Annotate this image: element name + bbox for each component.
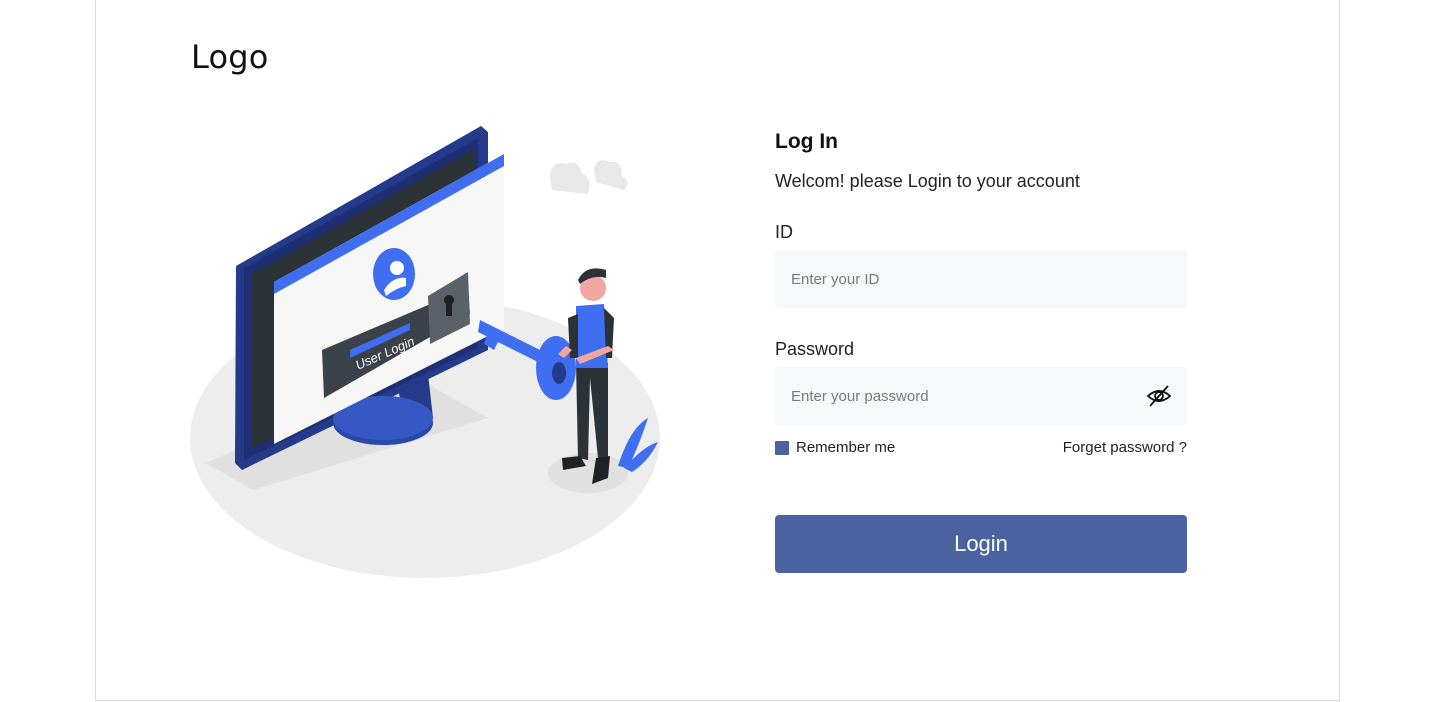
login-form: Log In Welcom! please Login to your acco… — [775, 128, 1187, 573]
eye-off-icon[interactable] — [1145, 382, 1173, 410]
remember-me-checkbox[interactable]: Remember me — [775, 439, 895, 456]
form-subtitle: Welcom! please Login to your account — [775, 171, 1080, 191]
password-label: Password — [775, 339, 855, 359]
login-button[interactable]: Login — [775, 515, 1187, 573]
form-options-row: Remember me Forget password ? — [775, 439, 1187, 456]
remember-me-label: Remember me — [796, 439, 896, 456]
logo: Logo — [191, 38, 269, 76]
id-label: ID — [775, 222, 793, 242]
id-field-container[interactable] — [775, 250, 1187, 308]
password-input[interactable] — [789, 386, 1145, 406]
cloud-2 — [594, 160, 628, 190]
checkbox-box[interactable] — [775, 440, 789, 455]
form-title: Log In — [775, 130, 838, 153]
id-input[interactable] — [789, 269, 1173, 289]
forgot-password-link[interactable]: Forget password ? — [1063, 439, 1187, 456]
cloud-1 — [550, 162, 590, 194]
password-field-container[interactable] — [775, 367, 1187, 425]
login-illustration: User Login — [190, 126, 660, 578]
